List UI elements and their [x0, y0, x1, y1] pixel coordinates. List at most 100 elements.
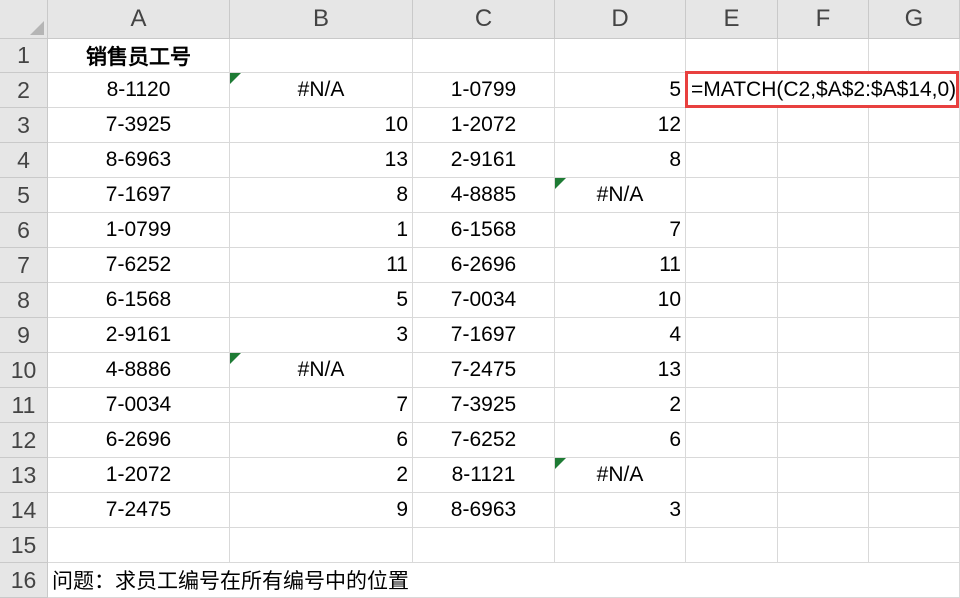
formula-cell-e2[interactable]: =MATCH(C2,$A$2:$A$14,0) — [685, 71, 959, 108]
cell-b3[interactable]: 10 — [230, 108, 413, 143]
cell-f9[interactable] — [778, 318, 869, 353]
cell-a2[interactable]: 8-1120 — [48, 73, 230, 108]
cell-g13[interactable] — [869, 458, 960, 493]
cell-f12[interactable] — [778, 423, 869, 458]
cell-c7[interactable]: 6-2696 — [413, 248, 555, 283]
row-header-16[interactable]: 16 — [0, 563, 48, 598]
cell-d7[interactable]: 11 — [555, 248, 686, 283]
cell-a11[interactable]: 7-0034 — [48, 388, 230, 423]
cell-d15[interactable] — [555, 528, 686, 563]
row-header-15[interactable]: 15 — [0, 528, 48, 563]
cell-g9[interactable] — [869, 318, 960, 353]
cell-g11[interactable] — [869, 388, 960, 423]
cell-e11[interactable] — [686, 388, 778, 423]
cell-f10[interactable] — [778, 353, 869, 388]
cell-g10[interactable] — [869, 353, 960, 388]
cell-c5[interactable]: 4-8885 — [413, 178, 555, 213]
cell-d12[interactable]: 6 — [555, 423, 686, 458]
column-header-c[interactable]: C — [413, 0, 555, 39]
cell-f3[interactable] — [778, 108, 869, 143]
column-header-a[interactable]: A — [48, 0, 230, 39]
row-header-11[interactable]: 11 — [0, 388, 48, 423]
cell-a7[interactable]: 7-6252 — [48, 248, 230, 283]
row-header-8[interactable]: 8 — [0, 283, 48, 318]
cell-e8[interactable] — [686, 283, 778, 318]
cell-e16[interactable] — [686, 563, 778, 598]
cell-b2[interactable]: #N/A — [230, 73, 413, 108]
cell-b7[interactable]: 11 — [230, 248, 413, 283]
cell-a9[interactable]: 2-9161 — [48, 318, 230, 353]
cell-e1[interactable] — [686, 39, 778, 73]
cell-b8[interactable]: 5 — [230, 283, 413, 318]
column-header-d[interactable]: D — [555, 0, 686, 39]
cell-f1[interactable] — [778, 39, 869, 73]
cell-a1[interactable]: 销售员工号 — [48, 39, 230, 73]
cell-c1[interactable] — [413, 39, 555, 73]
cell-b12[interactable]: 6 — [230, 423, 413, 458]
cell-b14[interactable]: 9 — [230, 493, 413, 528]
cell-d3[interactable]: 12 — [555, 108, 686, 143]
cell-e5[interactable] — [686, 178, 778, 213]
cell-f11[interactable] — [778, 388, 869, 423]
row-header-14[interactable]: 14 — [0, 493, 48, 528]
cell-b15[interactable] — [230, 528, 413, 563]
row-header-9[interactable]: 9 — [0, 318, 48, 353]
cell-c16[interactable] — [413, 563, 555, 598]
cell-d2[interactable]: 5 — [555, 73, 686, 108]
cell-e10[interactable] — [686, 353, 778, 388]
cell-f8[interactable] — [778, 283, 869, 318]
cell-c4[interactable]: 2-9161 — [413, 143, 555, 178]
cell-f15[interactable] — [778, 528, 869, 563]
cell-d6[interactable]: 7 — [555, 213, 686, 248]
cell-d10[interactable]: 13 — [555, 353, 686, 388]
row-header-4[interactable]: 4 — [0, 143, 48, 178]
column-header-b[interactable]: B — [230, 0, 413, 39]
row-header-7[interactable]: 7 — [0, 248, 48, 283]
cell-d1[interactable] — [555, 39, 686, 73]
error-indicator-icon[interactable] — [555, 458, 566, 469]
cell-b9[interactable]: 3 — [230, 318, 413, 353]
cell-e7[interactable] — [686, 248, 778, 283]
cell-f13[interactable] — [778, 458, 869, 493]
row-header-12[interactable]: 12 — [0, 423, 48, 458]
cell-g7[interactable] — [869, 248, 960, 283]
cell-e15[interactable] — [686, 528, 778, 563]
row-header-13[interactable]: 13 — [0, 458, 48, 493]
column-header-g[interactable]: G — [869, 0, 960, 39]
cell-g6[interactable] — [869, 213, 960, 248]
cell-a10[interactable]: 4-8886 — [48, 353, 230, 388]
cell-f7[interactable] — [778, 248, 869, 283]
cell-f5[interactable] — [778, 178, 869, 213]
cell-c2[interactable]: 1-0799 — [413, 73, 555, 108]
cell-a5[interactable]: 7-1697 — [48, 178, 230, 213]
cell-g5[interactable] — [869, 178, 960, 213]
cell-g15[interactable] — [869, 528, 960, 563]
cell-g8[interactable] — [869, 283, 960, 318]
cell-a3[interactable]: 7-3925 — [48, 108, 230, 143]
cell-g16[interactable] — [869, 563, 960, 598]
cell-a12[interactable]: 6-2696 — [48, 423, 230, 458]
cell-c6[interactable]: 6-1568 — [413, 213, 555, 248]
cell-d16[interactable] — [555, 563, 686, 598]
cell-e9[interactable] — [686, 318, 778, 353]
cell-d14[interactable]: 3 — [555, 493, 686, 528]
cell-d5[interactable]: #N/A — [555, 178, 686, 213]
error-indicator-icon[interactable] — [230, 353, 241, 364]
cell-e12[interactable] — [686, 423, 778, 458]
cell-b11[interactable]: 7 — [230, 388, 413, 423]
cell-g4[interactable] — [869, 143, 960, 178]
cell-b10[interactable]: #N/A — [230, 353, 413, 388]
cell-f6[interactable] — [778, 213, 869, 248]
cell-d9[interactable]: 4 — [555, 318, 686, 353]
cell-c13[interactable]: 8-1121 — [413, 458, 555, 493]
cell-b6[interactable]: 1 — [230, 213, 413, 248]
row-header-5[interactable]: 5 — [0, 178, 48, 213]
cell-b5[interactable]: 8 — [230, 178, 413, 213]
row-header-1[interactable]: 1 — [0, 39, 48, 73]
cell-b13[interactable]: 2 — [230, 458, 413, 493]
cell-f4[interactable] — [778, 143, 869, 178]
column-header-e[interactable]: E — [686, 0, 778, 39]
cell-c3[interactable]: 1-2072 — [413, 108, 555, 143]
cell-e3[interactable] — [686, 108, 778, 143]
cell-d4[interactable]: 8 — [555, 143, 686, 178]
